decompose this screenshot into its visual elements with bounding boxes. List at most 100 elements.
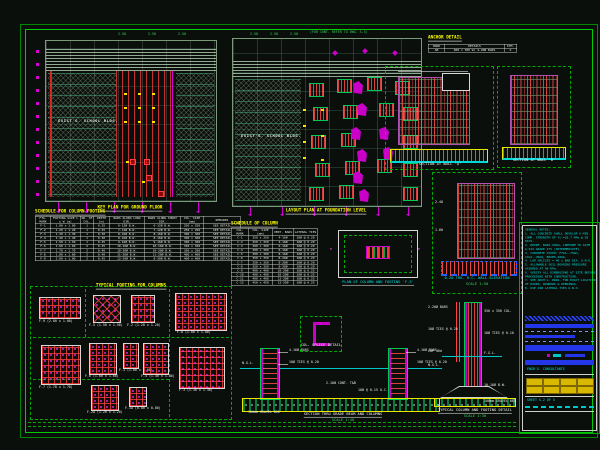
column-mark: [158, 191, 164, 197]
section-column: [260, 348, 280, 400]
title-block: GENERAL NOTES: 1. ALL CONCRETE SHALL DEV…: [519, 222, 600, 434]
rebar-mark: [138, 107, 141, 109]
footing-caption: F-6 (1.60 x 1.60): [85, 374, 119, 379]
footing-caption: F-2A (1.20 x 1.20): [87, 410, 123, 415]
wall-section-b-box: SECTION AT WALL 'B': [497, 66, 571, 168]
logo-bar: [525, 335, 575, 338]
column-schedule-table: COL. MARK COL. SIZE (mm) VERT. BARS LATERAL…: [231, 227, 318, 286]
wall-hatch: [457, 183, 515, 259]
footing-mark: [343, 105, 358, 119]
section-caption: TYPICAL COLUMN AND FOOTING DETAIL: [438, 408, 512, 414]
callout: 100mm GRAVEL BED: [248, 410, 280, 415]
table-cell: AB: [428, 48, 445, 53]
grid-bubble: [392, 50, 398, 56]
leader-line: [278, 364, 288, 365]
footing-plan: [131, 295, 155, 323]
footing-schedule-title: SCHEDULE FOR COLUMN FOOTING: [35, 209, 106, 216]
table-header: COL. MARK: [231, 227, 249, 237]
column-schedule-wrap: COL. MARK COL. SIZE (mm) VERT. BARS LATERAL…: [231, 227, 318, 312]
grid-dim: 2.50: [250, 32, 258, 37]
cyan-row: [525, 406, 594, 408]
footing-mark: [311, 135, 326, 149]
dim-line: [398, 71, 468, 72]
footing-caption: F-2 (1.20 x 1.20): [127, 323, 161, 328]
callout: 350 x 350 COL.: [484, 309, 512, 314]
area-label: EXIST'G. SCHOOL BLDG.: [58, 119, 119, 124]
table-cell: 10Ø @ 0.25: [293, 280, 318, 286]
section-scale: SCALE 1:30: [463, 414, 487, 419]
column-blob: [353, 81, 363, 94]
general-notes: GENERAL NOTES: 1. ALL CONCRETE SHALL DEV…: [525, 228, 596, 290]
callout: 4-16Ø BARS: [289, 348, 309, 353]
footing-caption: F-1A (0.80 x 0.80): [125, 406, 161, 411]
grade-beam-section: 4-16Ø BARS 10Ø TIES @ 0.20 N.G.L. 2-16Ø …: [240, 342, 447, 422]
revision-cell: [577, 378, 594, 386]
footing-caption: F-9 (2.00 x 1.00): [39, 319, 73, 324]
callout: 10Ø TIES @ 0.20: [428, 327, 458, 332]
table-cell: 10Ø @ 0.20: [293, 235, 318, 241]
wall-opening: [442, 73, 470, 91]
table-cell: 8-20Ø B.W.: [144, 256, 181, 262]
section-caption: SECTION THRU GRADE BEAM AND COLUMNS: [303, 412, 382, 418]
table-header: COL. SIZE (mm): [248, 227, 273, 237]
column-shaft: [464, 302, 482, 390]
revision-cell: [543, 386, 560, 394]
general-notes-wrap: GENERAL NOTES: 1. ALL CONCRETE SHALL DEV…: [525, 228, 597, 290]
logo-bar: [525, 324, 594, 328]
rebar-mark: [126, 161, 129, 163]
hatched-area-left: [48, 73, 116, 197]
table-header: BARS ALONG LONG DIR.: [109, 215, 145, 225]
dim-label: 1.60: [435, 228, 443, 233]
logo-bar: [525, 360, 594, 365]
revision-cell: [526, 386, 543, 394]
footing-mark: [309, 187, 324, 201]
grid-dim: 2.50: [118, 32, 126, 37]
key-plan-caption: KEY PLAN FOR GROUND FLOOR: [97, 205, 163, 212]
leader-line: [406, 352, 416, 353]
sheet-line: SHEET S-2 OF 5: [527, 398, 555, 403]
table-header: BARS ALONG SHORT DIR.: [144, 215, 181, 225]
callout: 10-16Ø B.W.: [484, 383, 506, 388]
footing-plan: [89, 343, 117, 375]
footing-mark: [403, 187, 418, 201]
divider-line: [525, 396, 594, 397]
divider-line: [525, 374, 594, 375]
column-schedule-title: SCHEDULE OF COLUMN: [231, 221, 278, 228]
schedule-table: MARK DETAILS SYM. AB 600 x 300 W/ 4-20Ø BARS…: [428, 43, 517, 53]
revision-cell: [526, 378, 543, 386]
table-cell: 10Ø @ 0.20: [293, 260, 318, 265]
leader-line: [278, 352, 288, 353]
footing-plan: [39, 297, 81, 319]
footing-trapezoid: [440, 386, 508, 398]
table-header: FOOTING SIZE L x W (m): [50, 215, 81, 225]
rebar-mark: [124, 93, 127, 95]
callout: 2-20Ø BARS: [428, 305, 448, 310]
panel-divider: [33, 337, 229, 338]
rebar-line: [456, 302, 457, 362]
footing-mark: [367, 77, 382, 91]
hatched-area: [235, 79, 301, 201]
callout: N.G.L.: [242, 361, 254, 366]
firm-line: ENGR'G. CONSULTANTS: [527, 367, 565, 372]
footing-strip: [390, 149, 488, 163]
column-blob: [351, 127, 361, 140]
rebar-mark: [138, 121, 141, 123]
table-header: FTG. MARK: [35, 215, 51, 225]
elevation-caption: 0.20 THK. R.C. WALL ELEVATION: [444, 276, 510, 281]
area-label: EXIST'G. SCHOOL BLDG.: [241, 134, 302, 139]
footing-mark: [309, 83, 324, 97]
dimension-ticks-left: [36, 50, 39, 196]
callout: 10Ø @ 0.15 O.C.: [358, 388, 388, 393]
footing-trapezoid-inner: [441, 387, 507, 397]
rebar-mark: [124, 107, 127, 109]
footing-plan: [143, 343, 169, 375]
column-blob: [353, 171, 363, 184]
wall-hatch: [510, 75, 558, 145]
revision-cell: [543, 378, 560, 386]
rebar-mark: [152, 107, 155, 109]
stamp-mark: [553, 354, 561, 357]
panel-title-row: TYPICAL FOOTING FOR COLUMNS: [31, 283, 231, 291]
anchor-table-wrap: MARK DETAILS SYM. AB 600 x 300 W/ 4-20Ø BARS…: [428, 43, 517, 64]
table-cell: 2.00 x 1.00: [50, 256, 81, 262]
rebar-mark: [124, 121, 127, 123]
